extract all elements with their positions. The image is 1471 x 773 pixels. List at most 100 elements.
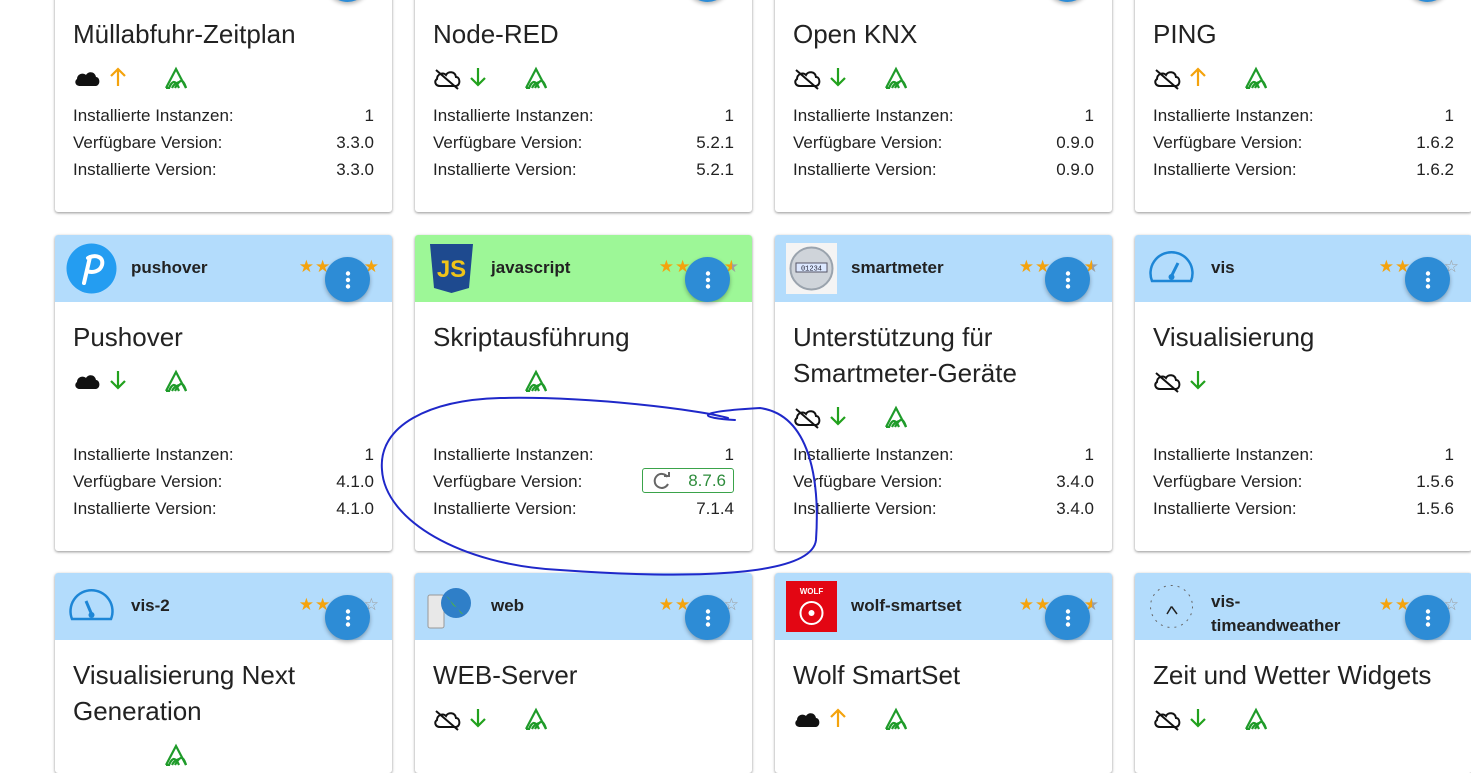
available-version-value: 8.7.6 bbox=[688, 470, 726, 490]
card-title: Visualisierung Next Generation bbox=[73, 660, 296, 726]
installed-value: 7.1.4 bbox=[696, 499, 734, 518]
card-title: Visualisierung bbox=[1153, 322, 1315, 352]
cloud-solid-icon bbox=[73, 68, 101, 93]
info-row-available: Verfügbare Version: 1.6.2 bbox=[1153, 132, 1454, 154]
arrow-down-icon bbox=[1188, 707, 1208, 734]
adapter-card: WOLFwolf-smartset★★★★★Wolf SmartSet bbox=[775, 573, 1112, 773]
adapter-name: web bbox=[491, 596, 525, 615]
installed-label: Installierte Version: bbox=[433, 499, 577, 518]
adapter-name: vis-2 bbox=[131, 596, 170, 615]
cloud-off-icon bbox=[1153, 371, 1181, 398]
menu-button[interactable] bbox=[1045, 595, 1090, 640]
info-row-instances: Installierte Instanzen: 1 bbox=[73, 444, 374, 466]
cloud-off-icon bbox=[793, 68, 821, 95]
available-value: 4.1.0 bbox=[336, 472, 374, 491]
menu-button[interactable] bbox=[1045, 0, 1090, 2]
menu-button[interactable] bbox=[1045, 257, 1090, 302]
menu-button[interactable] bbox=[1405, 0, 1450, 2]
installed-value: 1.6.2 bbox=[1416, 160, 1454, 179]
card-title: Müllabfuhr-Zeitplan bbox=[73, 19, 296, 49]
available-value: 5.2.1 bbox=[696, 133, 734, 152]
instances-value: 1 bbox=[364, 445, 374, 464]
card-title: Pushover bbox=[73, 322, 183, 352]
arrow-down-icon bbox=[108, 369, 128, 396]
star-full-icon: ★ bbox=[1018, 257, 1035, 276]
instances-value: 1 bbox=[724, 445, 734, 464]
update-version-button[interactable]: 8.7.6 bbox=[642, 468, 734, 493]
adapter-name: smartmeter bbox=[851, 258, 944, 277]
web-logo bbox=[426, 581, 477, 632]
star-full-icon: ★ bbox=[298, 595, 315, 614]
vis-timeandweather-logo bbox=[1146, 581, 1197, 632]
available-value: 3.3.0 bbox=[336, 133, 374, 152]
instances-label: Installierte Instanzen: bbox=[793, 445, 954, 464]
info-row-available: Verfügbare Version: 4.1.0 bbox=[73, 471, 374, 493]
connection-icon bbox=[523, 65, 549, 94]
info-row-available: Verfügbare Version: 5.2.1 bbox=[433, 132, 734, 154]
info-row-instances: Installierte Instanzen: 1 bbox=[1153, 105, 1454, 127]
connection-icon bbox=[163, 742, 189, 771]
menu-button[interactable] bbox=[1405, 257, 1450, 302]
installed-value: 0.9.0 bbox=[1056, 160, 1094, 179]
info-row-installed: Installierte Version: 3.4.0 bbox=[793, 498, 1094, 520]
menu-button[interactable] bbox=[1405, 595, 1450, 640]
info-row-available: Verfügbare Version: 1.5.6 bbox=[1153, 471, 1454, 493]
adapter-card: 01234smartmeter★★★★★Unterstützung für Sm… bbox=[775, 235, 1112, 551]
installed-value: 1.5.6 bbox=[1416, 499, 1454, 518]
instances-label: Installierte Instanzen: bbox=[73, 106, 234, 125]
card-title: Wolf SmartSet bbox=[793, 660, 961, 690]
instances-value: 1 bbox=[1444, 106, 1454, 125]
adapter-name: pushover bbox=[131, 258, 208, 277]
installed-label: Installierte Version: bbox=[73, 160, 217, 179]
installed-label: Installierte Version: bbox=[73, 499, 217, 518]
adapter-card: pushover★★★★★PushoverInstallierte Instan… bbox=[55, 235, 392, 551]
arrow-up-icon bbox=[828, 707, 848, 734]
arrow-down-icon bbox=[1188, 369, 1208, 396]
arrow-down-icon bbox=[468, 66, 488, 93]
available-label: Verfügbare Version: bbox=[1153, 133, 1303, 152]
instances-label: Installierte Instanzen: bbox=[1153, 445, 1314, 464]
card-title: Unterstützung für Smartmeter-Geräte bbox=[793, 322, 1017, 388]
instances-value: 1 bbox=[1084, 445, 1094, 464]
wolf-smartset-logo: WOLF bbox=[786, 581, 837, 632]
adapter-card: PING Installierte Instanzen: 1 Verfügbare V… bbox=[1135, 0, 1471, 212]
card-title: Node-RED bbox=[433, 19, 559, 49]
cloud-off-icon bbox=[1153, 709, 1181, 736]
connection-icon bbox=[523, 368, 549, 397]
available-value: 1.6.2 bbox=[1416, 133, 1454, 152]
star-full-icon: ★ bbox=[298, 257, 315, 276]
connection-icon bbox=[883, 404, 909, 433]
arrow-down-icon bbox=[468, 707, 488, 734]
kebab-icon bbox=[1065, 608, 1071, 627]
menu-button[interactable] bbox=[685, 595, 730, 640]
available-label: Verfügbare Version: bbox=[73, 133, 223, 152]
instances-value: 1 bbox=[1444, 445, 1454, 464]
menu-button[interactable] bbox=[685, 257, 730, 302]
connection-icon bbox=[883, 65, 909, 94]
adapter-card: Open KNX Installierte Instanzen: 1 Verfügba… bbox=[775, 0, 1112, 212]
available-label: Verfügbare Version: bbox=[433, 472, 583, 491]
available-value: 3.4.0 bbox=[1056, 472, 1094, 491]
info-row-installed: Installierte Version: 5.2.1 bbox=[433, 159, 734, 181]
available-value: 1.5.6 bbox=[1416, 472, 1454, 491]
javascript-logo: JS bbox=[426, 243, 477, 294]
instances-value: 1 bbox=[1084, 106, 1094, 125]
info-row-instances: Installierte Instanzen: 1 bbox=[433, 105, 734, 127]
available-label: Verfügbare Version: bbox=[1153, 472, 1303, 491]
info-row-installed: Installierte Version: 4.1.0 bbox=[73, 498, 374, 520]
info-row-installed: Installierte Version: 0.9.0 bbox=[793, 159, 1094, 181]
star-full-icon: ★ bbox=[1018, 595, 1035, 614]
instances-label: Installierte Instanzen: bbox=[1153, 106, 1314, 125]
svg-text:01234: 01234 bbox=[801, 266, 822, 274]
instances-value: 1 bbox=[364, 106, 374, 125]
installed-value: 5.2.1 bbox=[696, 160, 734, 179]
arrow-down-icon bbox=[828, 66, 848, 93]
menu-button[interactable] bbox=[685, 0, 730, 2]
menu-button[interactable] bbox=[325, 257, 370, 302]
installed-label: Installierte Version: bbox=[793, 160, 937, 179]
menu-button[interactable] bbox=[325, 0, 370, 2]
info-row-instances: Installierte Instanzen: 1 bbox=[793, 444, 1094, 466]
connection-icon bbox=[1243, 65, 1269, 94]
adapter-card: JSjavascript★★★★★SkriptausführungInstall… bbox=[415, 235, 752, 551]
menu-button[interactable] bbox=[325, 595, 370, 640]
